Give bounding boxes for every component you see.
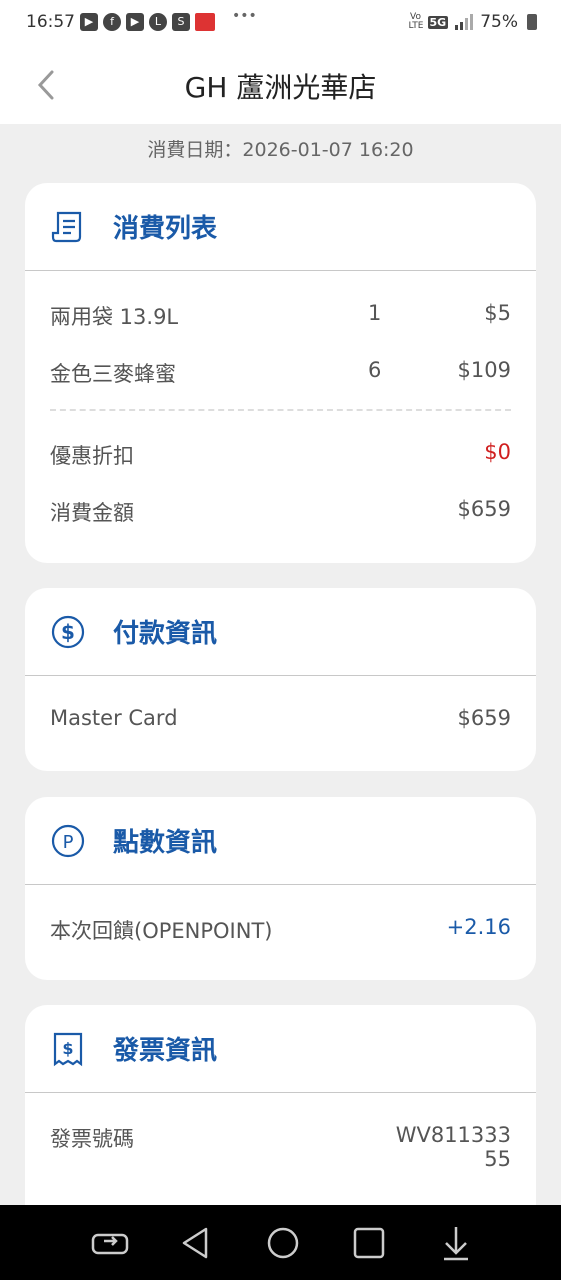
card-title: 發票資訊 (113, 1036, 218, 1066)
purchase-date: 消費日期：2026-01-07 16:20 (147, 139, 414, 161)
payment-method: Master Card (50, 706, 178, 730)
invoice-number: WV811333 55 (396, 1123, 511, 1171)
points-value: +2.16 (446, 915, 511, 939)
card-header: 消費列表 (25, 183, 536, 271)
receipt-list-icon (51, 211, 82, 243)
svg-text:$: $ (61, 620, 75, 644)
more-notifications-icon: ••• (232, 8, 257, 24)
invoice-dollar-icon: $ (53, 1032, 83, 1067)
card-header: $ 付款資訊 (25, 588, 536, 676)
signal-icon (455, 14, 474, 30)
item-qty: 1 (368, 301, 382, 325)
status-time: 16:57 (26, 12, 75, 32)
youtube-icon: ▶ (80, 13, 98, 31)
home-icon[interactable] (263, 1223, 303, 1263)
swap-icon[interactable] (90, 1223, 130, 1263)
payment-card: $ 付款資訊 Master Card $659 (25, 588, 536, 771)
status-bar: 16:57 ▶ f ▶ L S ••• Vo LTE 5G 75% (0, 0, 561, 44)
youtube-icon: ▶ (126, 13, 144, 31)
svg-text:$: $ (62, 1039, 73, 1058)
p-circle-icon: P (51, 824, 85, 858)
svg-text:P: P (63, 832, 74, 853)
recents-icon[interactable] (349, 1223, 389, 1263)
card-title: 付款資訊 (113, 619, 218, 649)
page-title: GH 蘆洲光華店 (184, 71, 377, 104)
network-badge: 5G (427, 15, 449, 29)
invoice-number-line1: WV811333 (395, 1123, 511, 1147)
card-header: $ 發票資訊 (25, 1005, 536, 1093)
battery-icon (527, 14, 537, 30)
total-value: $659 (457, 497, 511, 521)
back-nav-icon[interactable] (176, 1223, 216, 1263)
battery-percent: 75% (480, 12, 518, 32)
discount-value: $0 (484, 440, 511, 464)
discount-label: 優惠折扣 (50, 444, 134, 468)
invoice-number-line2: 55 (484, 1147, 511, 1171)
payment-amount: $659 (457, 706, 511, 730)
line-icon: L (149, 13, 167, 31)
shopping-icon: S (172, 13, 190, 31)
card-header: P 點數資訊 (25, 797, 536, 885)
item-amount: $5 (484, 301, 511, 325)
points-card: P 點數資訊 本次回饋(OPENPOINT) +2.16 (25, 797, 536, 980)
system-nav-bar (0, 1205, 561, 1280)
status-right: Vo LTE 5G 75% (409, 12, 537, 32)
item-name: 兩用袋 13.9L (50, 305, 179, 329)
volte-icon: Vo LTE (408, 12, 424, 31)
invoice-label: 發票號碼 (50, 1127, 134, 1151)
app-header: GH 蘆洲光華店 (0, 44, 561, 124)
notification-icons: ▶ f ▶ L S (80, 13, 215, 31)
news-icon (195, 13, 215, 31)
item-amount: $109 (457, 358, 511, 382)
purchase-list-card: 消費列表 兩用袋 13.9L 1 $5 金色三麥蜂蜜 6 $109 優惠折扣 $… (25, 183, 536, 563)
divider (50, 409, 511, 411)
points-label: 本次回饋(OPENPOINT) (50, 919, 273, 943)
card-title: 消費列表 (113, 214, 218, 244)
item-name: 金色三麥蜂蜜 (50, 362, 176, 386)
item-qty: 6 (368, 358, 382, 382)
total-label: 消費金額 (50, 501, 134, 525)
dollar-circle-icon: $ (51, 615, 85, 649)
card-title: 點數資訊 (113, 828, 218, 858)
download-icon[interactable] (436, 1223, 476, 1263)
facebook-icon: f (103, 13, 121, 31)
